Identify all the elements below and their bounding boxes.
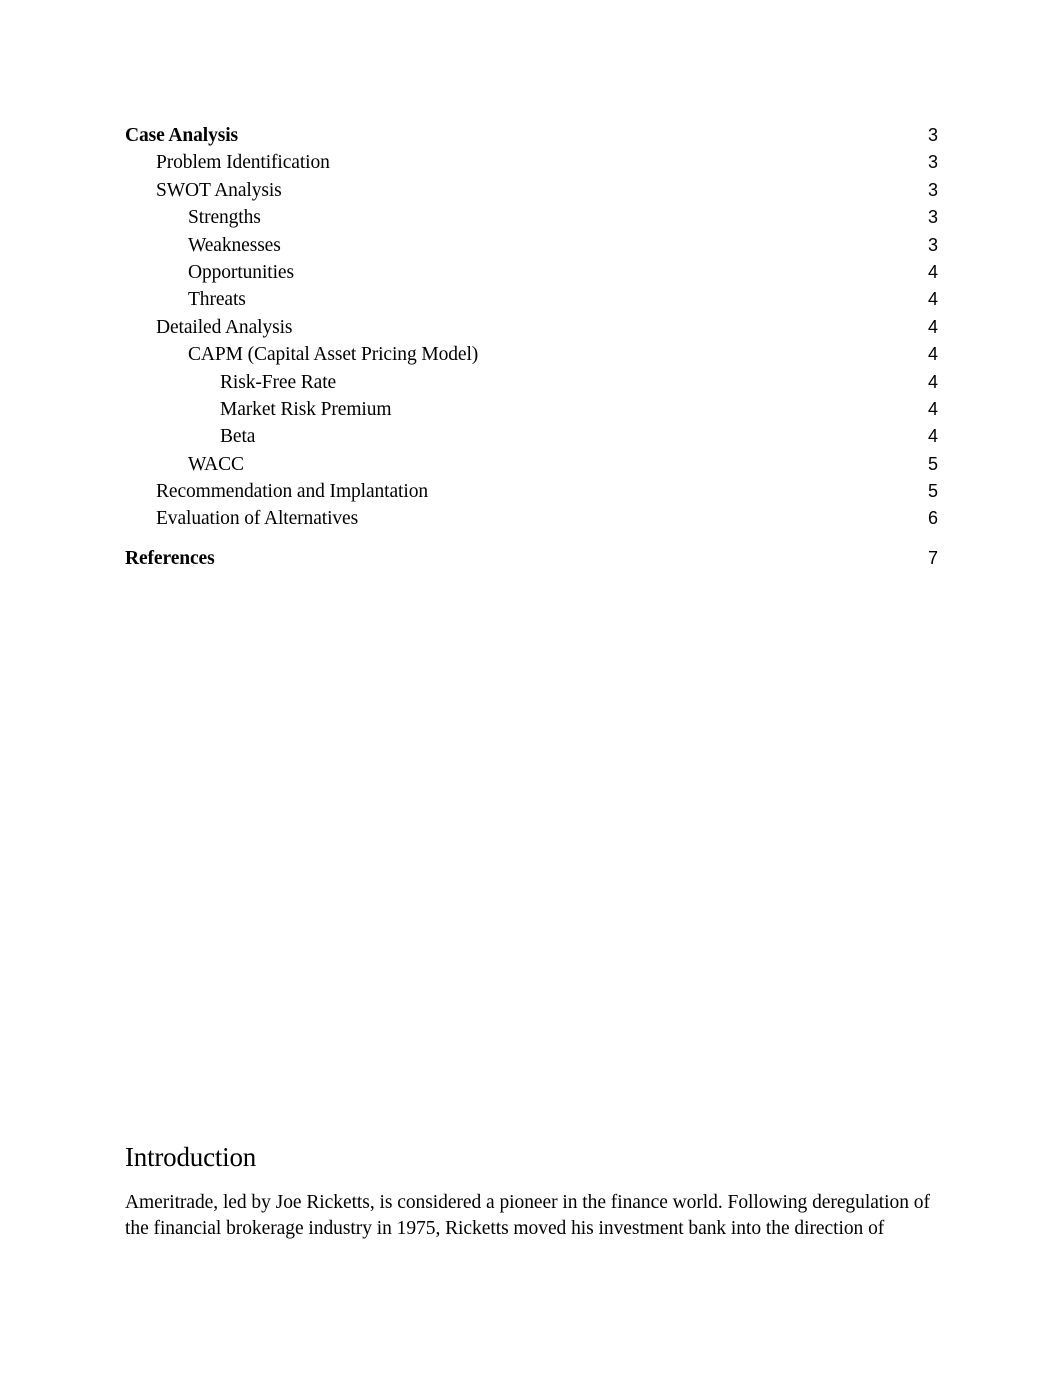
toc-entry-label[interactable]: Beta — [220, 423, 255, 450]
toc-entry-page-number: 4 — [928, 398, 939, 419]
toc-entry-label[interactable]: WACC — [188, 451, 244, 478]
toc-entry-label[interactable]: Problem Identification — [156, 149, 330, 176]
toc-entry-page-number: 5 — [928, 481, 939, 502]
toc-entry-label[interactable]: Weaknesses — [188, 232, 281, 259]
toc-entry[interactable]: Threats 4 — [125, 286, 940, 313]
toc-entry-label[interactable]: Threats — [188, 286, 246, 313]
toc-entry-page-number: 4 — [928, 261, 939, 282]
toc-entry-page-number: 3 — [928, 125, 939, 145]
toc-entry-label[interactable]: Opportunities — [188, 259, 294, 286]
table-of-contents: Case Analysis 3 Problem Identification 3 SWO… — [125, 122, 940, 573]
toc-entry-label[interactable]: Evaluation of Alternatives — [156, 505, 358, 532]
toc-entry-label[interactable]: Case Analysis — [125, 122, 238, 149]
toc-entry-label[interactable]: References — [125, 545, 215, 572]
toc-entry[interactable]: Strengths 3 — [125, 204, 940, 231]
toc-entry-label[interactable]: Risk-Free Rate — [220, 369, 336, 396]
toc-entry[interactable]: WACC 5 — [125, 451, 940, 478]
toc-entry[interactable]: Market Risk Premium 4 — [125, 396, 940, 423]
toc-entry-page-number: 6 — [928, 508, 939, 529]
toc-entry-page-number: 4 — [928, 426, 939, 447]
toc-entry-page-number: 3 — [928, 179, 939, 200]
toc-entry-label[interactable]: Recommendation and Implantation — [156, 478, 428, 505]
toc-entry[interactable]: Risk-Free Rate 4 — [125, 369, 940, 396]
toc-entry-page-number: 4 — [928, 344, 939, 365]
toc-entry[interactable]: Recommendation and Implantation 5 — [125, 478, 940, 505]
toc-entry[interactable]: Weaknesses 3 — [125, 232, 940, 259]
toc-entry[interactable]: Opportunities 4 — [125, 259, 940, 286]
toc-entry-label[interactable]: CAPM (Capital Asset Pricing Model) — [188, 341, 478, 368]
toc-entry[interactable]: Detailed Analysis 4 — [125, 314, 940, 341]
toc-entry[interactable]: Case Analysis 3 — [125, 122, 940, 149]
toc-entry-page-number: 3 — [928, 152, 939, 173]
toc-entry[interactable]: Evaluation of Alternatives 6 — [125, 505, 940, 532]
introduction-paragraph: Ameritrade, led by Joe Ricketts, is cons… — [125, 1192, 930, 1239]
toc-entry-page-number: 3 — [928, 234, 939, 255]
toc-entry-page-number: 3 — [928, 207, 939, 228]
toc-entry[interactable]: Problem Identification 3 — [125, 149, 940, 176]
toc-entry-label[interactable]: SWOT Analysis — [156, 177, 282, 204]
toc-entry-label[interactable]: Strengths — [188, 204, 261, 231]
toc-entry-page-number: 7 — [928, 548, 939, 569]
toc-entry-label[interactable]: Market Risk Premium — [220, 396, 392, 423]
document-page: Case Analysis 3 Problem Identification 3 SWO… — [0, 0, 1062, 1376]
introduction-heading: Introduction — [125, 1142, 257, 1172]
introduction-section: Introduction Ameritrade, led by Joe Rick… — [125, 1140, 940, 1242]
toc-entry[interactable]: CAPM (Capital Asset Pricing Model) 4 — [125, 341, 940, 368]
toc-entry-page-number: 5 — [928, 453, 939, 474]
toc-entry[interactable]: References 7 — [125, 545, 940, 572]
toc-entry[interactable]: Beta 4 — [125, 423, 940, 450]
toc-entry-page-number: 4 — [928, 289, 939, 310]
toc-entry-page-number: 4 — [928, 316, 939, 337]
toc-entry-page-number: 4 — [928, 371, 939, 392]
toc-entry[interactable]: SWOT Analysis 3 — [125, 177, 940, 204]
toc-entry-label[interactable]: Detailed Analysis — [156, 314, 293, 341]
